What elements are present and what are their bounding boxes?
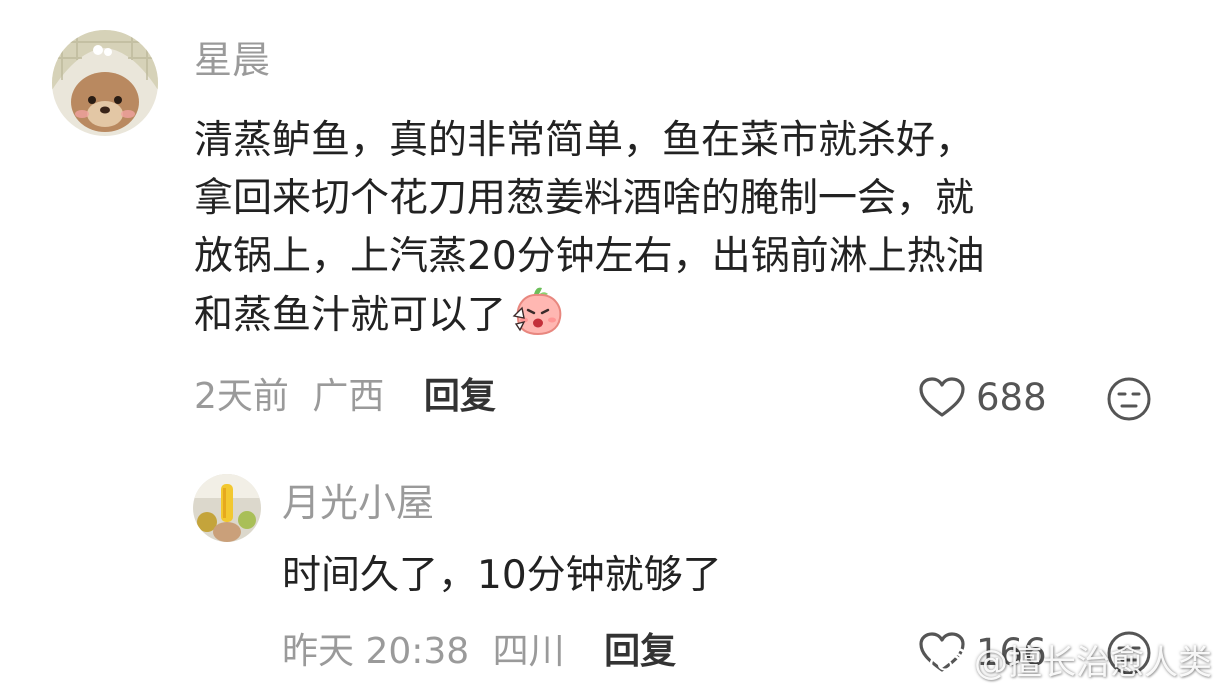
like-button[interactable]: 688 (918, 372, 1047, 422)
photo-avatar-icon (193, 474, 261, 542)
watermark-text: @擅长治愈人类 (974, 643, 1212, 683)
user-avatar[interactable] (52, 30, 158, 136)
user-avatar[interactable] (193, 474, 261, 542)
comment-meta: 2天前 广西 回复 (194, 372, 496, 422)
peach-angry-emoji-icon (512, 286, 564, 336)
neutral-face-icon (1107, 377, 1151, 421)
reply-button[interactable]: 回复 (604, 631, 676, 672)
reply-button[interactable]: 回复 (424, 376, 496, 417)
comment-meta: 昨天 20:38 四川 回复 (282, 627, 676, 677)
dislike-button[interactable] (1106, 376, 1152, 422)
comment-line: 拿回来切个花刀用葱姜料酒啥的腌制一会，就 (194, 176, 975, 221)
comment-text: 时间久了，10分钟就够了 (282, 553, 722, 598)
comment-line: 放锅上，上汽蒸20分钟左右，出锅前淋上热油 (194, 234, 985, 279)
comment-line-last: 和蒸鱼汁就可以了 (194, 286, 1154, 345)
teddy-bear-avatar-icon (52, 30, 158, 136)
username[interactable]: 月光小屋 (282, 478, 434, 528)
comment-line: 和蒸鱼汁就可以了 (194, 293, 507, 338)
comment-text: 清蒸鲈鱼，真的非常简单，鱼在菜市就杀好， 拿回来切个花刀用葱姜料酒啥的腌制一会，… (194, 112, 1154, 345)
comment-location: 广西 (312, 376, 385, 417)
weibo-icon (929, 647, 968, 675)
like-count: 688 (976, 375, 1047, 419)
watermark: @擅长治愈人类 (928, 635, 1212, 684)
comment-time: 昨天 20:38 (282, 631, 470, 672)
comment: 星晨 清蒸鲈鱼，真的非常简单，鱼在菜市就杀好， 拿回来切个花刀用葱姜料酒啥的腌制… (0, 0, 1224, 440)
comment-time: 2天前 (194, 376, 289, 417)
comment-line: 清蒸鲈鱼，真的非常简单，鱼在菜市就杀好， (194, 118, 975, 163)
comment-thread: 星晨 清蒸鲈鱼，真的非常简单，鱼在菜市就杀好， 拿回来切个花刀用葱姜料酒啥的腌制… (0, 0, 1224, 694)
comment-location: 四川 (492, 631, 565, 672)
username[interactable]: 星晨 (194, 35, 270, 85)
heart-icon (919, 377, 965, 417)
